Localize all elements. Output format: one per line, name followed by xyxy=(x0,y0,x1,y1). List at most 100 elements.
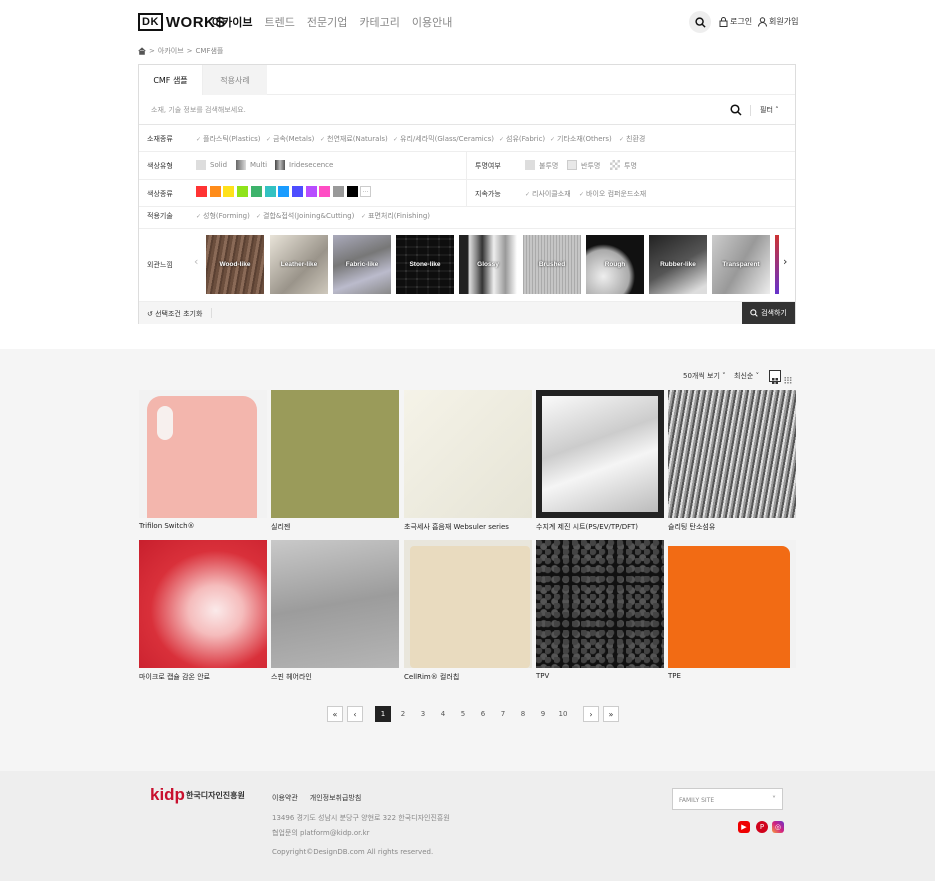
instagram-icon[interactable]: ◎ xyxy=(772,821,784,833)
list-view-icon[interactable] xyxy=(783,370,795,384)
solid-swatch-icon[interactable] xyxy=(196,160,206,170)
color-swatch[interactable] xyxy=(250,186,262,197)
texture-fabric[interactable]: Fabric-like xyxy=(333,235,391,294)
color-swatch[interactable] xyxy=(346,186,358,197)
page-number[interactable]: 2 xyxy=(395,706,411,722)
option-recycled[interactable]: 리사이클소재 xyxy=(525,189,571,199)
product-card[interactable]: TPE xyxy=(668,540,796,680)
color-swatch[interactable] xyxy=(278,186,290,197)
product-card[interactable]: 초극세사 흡음재 Websuler series xyxy=(404,390,532,532)
texture-wood[interactable]: Wood-like xyxy=(206,235,264,294)
option-joining[interactable]: 결합&접석(Joining&Cutting) xyxy=(256,211,354,221)
nav-guide[interactable]: 이용안내 xyxy=(412,14,452,30)
breadcrumb-archive[interactable]: 아카이브 xyxy=(158,46,184,56)
header-search-button[interactable] xyxy=(689,11,711,33)
next-page-button[interactable]: › xyxy=(583,706,599,722)
home-icon[interactable] xyxy=(138,47,146,55)
chevron-right-icon[interactable]: › xyxy=(783,255,787,268)
option-translucent[interactable]: 반투명 xyxy=(581,161,600,171)
option-transparent[interactable]: 투명 xyxy=(624,161,637,171)
youtube-icon[interactable]: ▶ xyxy=(738,821,750,833)
first-page-button[interactable]: « xyxy=(327,706,343,722)
chevron-left-icon[interactable]: ‹ xyxy=(194,255,198,268)
nav-company[interactable]: 전문기업 xyxy=(307,14,347,30)
product-card[interactable]: 스핀 헤어라인 xyxy=(271,540,399,682)
page-number[interactable]: 9 xyxy=(535,706,551,722)
login-link[interactable]: 로그인 xyxy=(719,16,752,27)
color-swatch[interactable] xyxy=(319,186,331,197)
product-card[interactable]: Trifilon Switch® xyxy=(139,390,267,530)
option-opaque[interactable]: 불투명 xyxy=(539,161,558,171)
option-bio[interactable]: 바이오 컴퍼운드소재 xyxy=(579,189,646,199)
color-swatch[interactable] xyxy=(305,186,317,197)
option-metals[interactable]: 금속(Metals) xyxy=(266,134,314,144)
prev-page-button[interactable]: ‹ xyxy=(347,706,363,722)
color-swatch[interactable] xyxy=(333,186,344,197)
texture-brushed[interactable]: Brushed xyxy=(523,235,581,294)
texture-leather[interactable]: Leather-like xyxy=(270,235,328,294)
translucent-swatch-icon[interactable] xyxy=(567,160,577,170)
family-site-select[interactable]: FAMILY SITE ˅ xyxy=(672,788,783,810)
color-swatch[interactable] xyxy=(264,186,276,197)
option-plastics[interactable]: 플라스틱(Plastics) xyxy=(196,134,261,144)
breadcrumb-cmf[interactable]: CMF샘플 xyxy=(196,46,224,56)
reset-button[interactable]: ↺ 선택조건 초기화 xyxy=(147,309,202,319)
option-naturals[interactable]: 천연재료(Naturals) xyxy=(320,134,388,144)
product-card[interactable]: 수지계 제진 시트(PS/EV/TP/DFT) xyxy=(536,390,664,532)
page-number[interactable]: 1 xyxy=(375,706,391,722)
color-swatch[interactable] xyxy=(223,186,235,197)
search-icon[interactable] xyxy=(730,104,742,116)
per-page-select[interactable]: 50개씩 보기 ˅ xyxy=(683,371,726,381)
product-card[interactable]: CellRim® 컬러칩 xyxy=(404,540,532,682)
tab-cmf-sample[interactable]: CMF 샘플 xyxy=(139,65,203,95)
product-card[interactable]: TPV xyxy=(536,540,664,680)
color-swatch[interactable] xyxy=(209,186,221,197)
option-finishing[interactable]: 표면처리(Finishing) xyxy=(361,211,430,221)
option-solid[interactable]: Solid xyxy=(210,161,227,169)
privacy-link[interactable]: 개인정보취급방침 xyxy=(310,793,362,803)
pinterest-icon[interactable]: P xyxy=(756,821,768,833)
texture-rubber[interactable]: Rubber-like xyxy=(649,235,707,294)
option-eco[interactable]: 친환경 xyxy=(619,134,645,144)
product-card[interactable]: 실리젠 xyxy=(271,390,399,532)
color-swatch[interactable] xyxy=(196,186,207,197)
page-number[interactable]: 10 xyxy=(555,706,571,722)
color-swatch[interactable] xyxy=(291,186,303,197)
nav-category[interactable]: 카테고리 xyxy=(359,14,399,30)
iridescence-swatch-icon[interactable] xyxy=(275,160,285,170)
nav-trend[interactable]: 트렌드 xyxy=(264,14,294,30)
option-fabric[interactable]: 섬유(Fabric) xyxy=(499,134,545,144)
filter-toggle[interactable]: 필터 ˄ xyxy=(760,105,779,115)
texture-glossy[interactable]: Glossy xyxy=(459,235,517,294)
tab-application[interactable]: 적용사례 xyxy=(203,65,267,95)
option-forming[interactable]: 성형(Forming) xyxy=(196,211,250,221)
opaque-swatch-icon[interactable] xyxy=(525,160,535,170)
signup-link[interactable]: 회원가입 xyxy=(758,16,798,27)
product-card[interactable]: 마이크로 캡슐 감온 안료 xyxy=(139,540,267,682)
option-iridescence[interactable]: Iridesecence xyxy=(289,161,333,169)
search-input[interactable]: 소재, 기술 정보를 검색해보세요. xyxy=(151,105,246,115)
terms-link[interactable]: 이용약관 xyxy=(272,793,298,803)
texture-transparent[interactable]: Transparent xyxy=(712,235,770,294)
sort-select[interactable]: 최신순 ˅ xyxy=(734,371,759,381)
option-glass[interactable]: 유리/세라믹(Glass/Ceramics) xyxy=(393,134,494,144)
page-number[interactable]: 3 xyxy=(415,706,431,722)
page-number[interactable]: 7 xyxy=(495,706,511,722)
search-submit-button[interactable]: 검색하기 xyxy=(742,302,795,324)
color-swatch[interactable] xyxy=(237,186,249,197)
nav-archive[interactable]: 아카이브 xyxy=(212,14,252,30)
multi-swatch-icon[interactable] xyxy=(236,160,246,170)
color-more-button[interactable]: ... xyxy=(360,186,371,197)
page-number[interactable]: 6 xyxy=(475,706,491,722)
grid-view-icon[interactable] xyxy=(769,370,781,384)
transparent-swatch-icon[interactable] xyxy=(610,160,620,170)
kidp-logo[interactable]: kidp xyxy=(150,785,185,805)
page-number[interactable]: 4 xyxy=(435,706,451,722)
page-number[interactable]: 8 xyxy=(515,706,531,722)
last-page-button[interactable]: » xyxy=(603,706,619,722)
texture-rough[interactable]: Rough xyxy=(586,235,644,294)
texture-stone[interactable]: Stone-like xyxy=(396,235,454,294)
option-others[interactable]: 기타소재(Others) xyxy=(550,134,612,144)
product-card[interactable]: 슬리팅 탄소섬유 xyxy=(668,390,796,532)
option-multi[interactable]: Multi xyxy=(250,161,267,169)
